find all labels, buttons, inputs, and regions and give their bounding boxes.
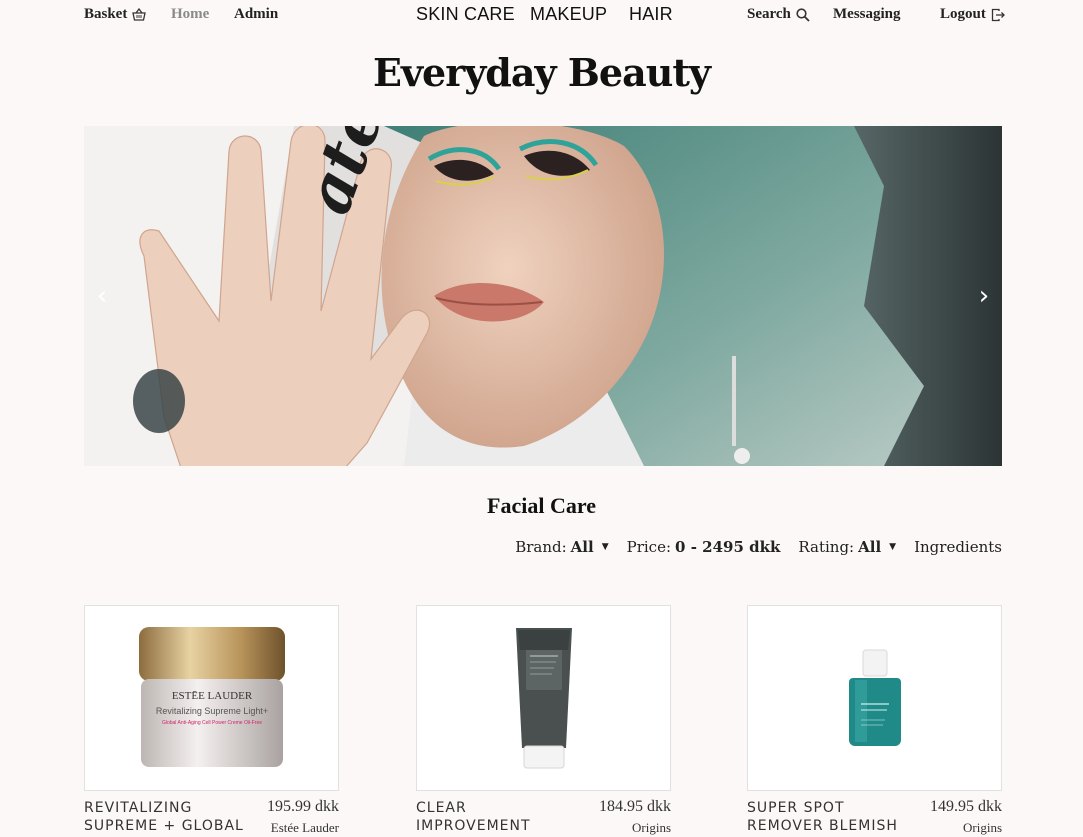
basket-link[interactable]: Basket	[84, 6, 147, 23]
brand-title: Everyday Beauty	[372, 50, 711, 95]
price-filter-value: 0 - 2495 dkk	[675, 538, 781, 556]
filter-bar: Brand: All ▼ Price: 0 - 2495 dkk Rating:…	[515, 538, 1002, 556]
home-link[interactable]: Home	[171, 6, 209, 23]
tube-image	[515, 627, 572, 768]
product-name[interactable]: SUPER SPOT REMOVER BLEMISH	[747, 799, 912, 835]
admin-link[interactable]: Admin	[234, 6, 278, 23]
product-name[interactable]: REVITALIZING SUPREME + GLOBAL	[84, 799, 249, 835]
product-name[interactable]: CLEAR IMPROVEMENT	[416, 799, 581, 835]
logout-icon	[991, 8, 1005, 22]
product-price: 195.99 dkk	[267, 798, 339, 815]
product-image[interactable]	[747, 605, 1002, 791]
jar-brand-text: ESTĒE LAUDER	[171, 690, 252, 702]
product-card[interactable]: SUPER SPOT REMOVER BLEMISH 149.95 dkk Or…	[747, 605, 1002, 837]
product-card[interactable]: ESTĒE LAUDER Revitalizing Supreme Light+…	[84, 605, 339, 837]
carousel-next-button[interactable]: ›	[972, 281, 996, 311]
logout-link[interactable]: Logout	[940, 6, 1005, 23]
product-brand: Origins	[632, 820, 671, 835]
product-image[interactable]	[416, 605, 671, 791]
search-icon	[796, 7, 810, 22]
brand-filter-value: All	[570, 538, 594, 556]
brand-filter[interactable]: Brand: All ▼	[515, 538, 608, 556]
bottle-image	[848, 649, 901, 746]
basket-label: Basket	[84, 6, 128, 22]
messaging-link[interactable]: Messaging	[833, 6, 901, 23]
logout-label: Logout	[940, 6, 986, 22]
price-filter[interactable]: Price: 0 - 2495 dkk	[627, 538, 781, 556]
product-price: 149.95 dkk	[930, 798, 1002, 815]
price-filter-label: Price:	[626, 538, 672, 556]
ingredients-filter-label: Ingredients	[914, 538, 1002, 556]
section-title: Facial Care	[487, 493, 596, 518]
search-link[interactable]: Search	[747, 6, 810, 23]
top-navigation: Basket Home Admin SKIN CARE MAKEUP HAIR …	[0, 0, 1083, 32]
caret-down-icon: ▼	[601, 542, 609, 552]
product-brand: Estée Lauder	[270, 820, 339, 835]
product-image[interactable]: ESTĒE LAUDER Revitalizing Supreme Light+…	[84, 605, 339, 791]
brand-filter-label: Brand:	[515, 538, 567, 556]
rating-filter-value: All	[858, 538, 882, 556]
product-brand: Origins	[963, 820, 1002, 835]
nav-skin-care[interactable]: SKIN CARE	[416, 4, 515, 25]
search-label: Search	[747, 6, 791, 22]
rating-filter[interactable]: Rating: All ▼	[798, 538, 896, 556]
nav-hair[interactable]: HAIR	[629, 4, 673, 25]
hero-carousel: ate ‹ ›	[84, 126, 1002, 466]
hero-image: ate	[84, 126, 1002, 466]
cream-jar-image: ESTĒE LAUDER Revitalizing Supreme Light+…	[138, 627, 285, 767]
product-price: 184.95 dkk	[599, 798, 671, 815]
carousel-prev-button[interactable]: ‹	[90, 281, 114, 311]
ingredients-filter[interactable]: Ingredients	[914, 538, 1002, 556]
product-card[interactable]: CLEAR IMPROVEMENT 184.95 dkk Origins	[416, 605, 671, 837]
basket-icon	[132, 8, 147, 21]
rating-filter-label: Rating:	[798, 538, 855, 556]
jar-line1-text: Revitalizing Supreme Light+	[155, 706, 267, 716]
nav-makeup[interactable]: MAKEUP	[530, 4, 607, 25]
jar-line2-text: Global Anti-Aging Cell Power Creme Oil-F…	[161, 720, 261, 726]
caret-down-icon: ▼	[889, 542, 897, 552]
